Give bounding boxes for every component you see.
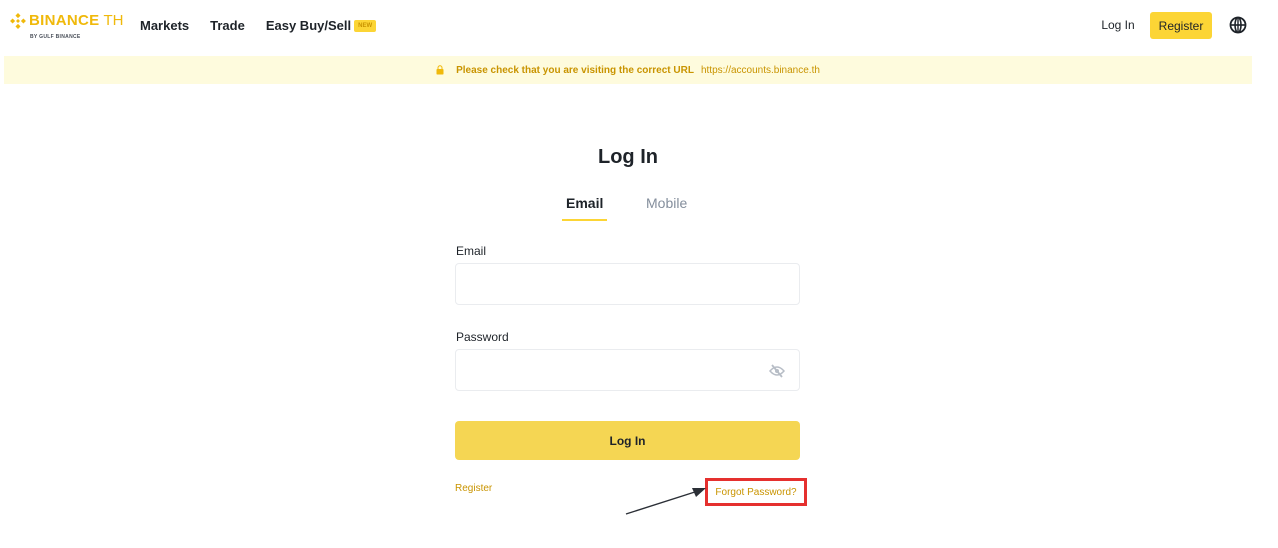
globe-icon[interactable] [1229, 16, 1247, 34]
binance-diamond-icon [10, 12, 26, 29]
url-notice-banner: Please check that you are visiting the c… [4, 56, 1252, 84]
binance-th-logo[interactable]: BINANCE TH BY GULF BINANCE [10, 12, 128, 44]
password-input[interactable] [456, 350, 799, 390]
register-link[interactable]: Register [455, 483, 492, 494]
annotation-arrow-icon [625, 488, 706, 515]
tab-mobile[interactable]: Mobile [646, 195, 687, 211]
forgot-password-link[interactable]: Forgot Password? [705, 478, 807, 506]
login-submit-button[interactable]: Log In [455, 421, 800, 460]
notice-url: https://accounts.binance.th [700, 64, 820, 76]
nav-trade[interactable]: Trade [210, 18, 245, 33]
active-tab-indicator [562, 219, 607, 221]
new-badge: NEW [354, 19, 377, 32]
tab-email[interactable]: Email [566, 195, 603, 211]
login-method-tabs: Email Mobile [562, 195, 712, 225]
logo-wordmark: BINANCE TH [10, 12, 123, 29]
password-label: Password [456, 330, 509, 344]
lock-icon [436, 65, 444, 75]
top-navbar: BINANCE TH BY GULF BINANCE Markets Trade… [0, 0, 1278, 56]
eye-slash-icon[interactable] [769, 364, 785, 378]
notice-text: Please check that you are visiting the c… [456, 64, 694, 76]
email-label: Email [456, 244, 487, 258]
logo-suffix: TH [103, 12, 124, 29]
logo-word: BINANCE [29, 12, 100, 29]
email-field-wrapper [455, 263, 800, 305]
logo-subtitle: BY GULF BINANCE [30, 34, 81, 40]
main-nav: Markets Trade Easy Buy/Sell NEW [140, 18, 377, 33]
nav-markets[interactable]: Markets [140, 18, 189, 33]
page-title: Log In [598, 146, 658, 168]
password-field-wrapper [455, 349, 800, 391]
nav-easy-buy-sell[interactable]: Easy Buy/Sell [266, 18, 351, 33]
header-login-link[interactable]: Log In [1098, 18, 1138, 32]
header-register-button[interactable]: Register [1150, 12, 1212, 39]
email-input[interactable] [456, 264, 799, 304]
